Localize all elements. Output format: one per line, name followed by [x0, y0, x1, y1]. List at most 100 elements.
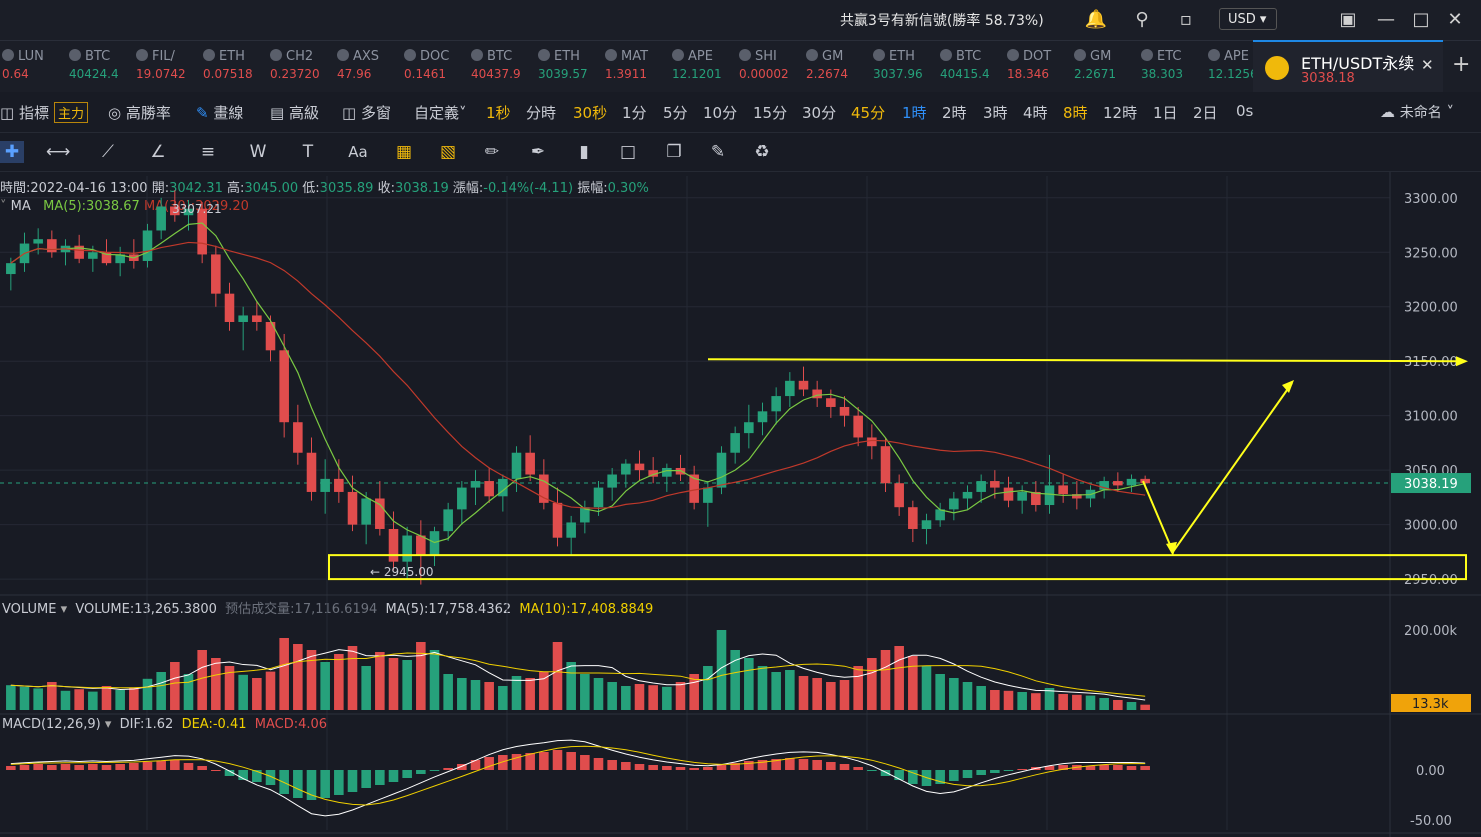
- volume-bar: [197, 650, 207, 710]
- macd-bar: [402, 770, 412, 778]
- macd-bar: [648, 765, 658, 770]
- volume-bar: [552, 642, 563, 710]
- candle-body: [334, 478, 344, 492]
- volume-bar: [648, 685, 658, 710]
- volume-bar: [115, 690, 125, 710]
- volume-bar: [867, 658, 877, 710]
- candle-body: [757, 411, 768, 423]
- macd-bar: [293, 770, 303, 798]
- price-tick-label: 2950.00: [1404, 573, 1458, 588]
- macd-bar: [375, 770, 385, 785]
- candle-body: [238, 315, 248, 322]
- volume-bar: [429, 650, 440, 710]
- volume-bar: [634, 684, 645, 710]
- volume-bar: [539, 672, 549, 710]
- macd-bar: [1140, 766, 1150, 770]
- macd-bar: [416, 770, 426, 774]
- macd-bar: [607, 760, 617, 770]
- candle-body: [552, 502, 563, 538]
- candle-body: [457, 487, 467, 510]
- price-tick-label: 3200.00: [1404, 301, 1458, 316]
- macd-bar: [115, 764, 125, 770]
- macd-bar: [867, 770, 877, 771]
- macd-bar: [580, 755, 590, 770]
- volume-bar: [990, 690, 1000, 710]
- macd-bar: [621, 762, 631, 770]
- candle-body: [511, 452, 522, 479]
- volume-bar: [402, 660, 412, 710]
- volume-bar: [1003, 690, 1014, 710]
- volume-bar: [675, 682, 686, 710]
- volume-bar: [853, 666, 863, 710]
- volume-bar: [826, 682, 836, 710]
- volume-bar: [265, 671, 276, 710]
- macd-bar: [949, 770, 959, 781]
- macd-bar: [33, 764, 43, 770]
- current-price-label: 3038.19: [1404, 477, 1458, 492]
- volume-bar: [252, 678, 262, 710]
- volume-bar: [511, 676, 522, 710]
- volume-bar: [703, 666, 713, 710]
- candle-body: [839, 406, 850, 416]
- volume-bar: [962, 682, 973, 710]
- macd-bar: [19, 765, 30, 770]
- macd-bar: [320, 770, 330, 798]
- volume-bar: [771, 672, 781, 710]
- price-tick-label: 3000.00: [1404, 519, 1458, 534]
- volume-bar: [1072, 694, 1082, 710]
- volume-bar: [1113, 700, 1123, 710]
- volume-bar: [156, 672, 166, 710]
- macd-bar: [6, 766, 16, 770]
- volume-bar: [170, 662, 180, 710]
- volume-bar: [1099, 698, 1109, 710]
- macd-bar: [703, 767, 713, 770]
- macd-tick-label: -50.00: [1410, 814, 1452, 829]
- macd-bar: [826, 762, 836, 770]
- resistance-arrowhead: [1456, 356, 1468, 367]
- volume-bar: [525, 678, 535, 710]
- volume-bar: [484, 682, 494, 710]
- volume-bar: [1031, 693, 1041, 710]
- volume-bar: [74, 689, 84, 710]
- macd-bar: [675, 767, 686, 770]
- candle-body: [470, 481, 481, 488]
- candle-body: [443, 509, 453, 532]
- macd-bar: [962, 770, 973, 778]
- candle-body: [47, 239, 57, 253]
- volume-bar: [306, 650, 317, 710]
- macd-bar: [798, 759, 809, 770]
- volume-bar: [839, 680, 850, 710]
- candle-body: [142, 230, 153, 261]
- candle-body: [525, 452, 535, 475]
- price-chart[interactable]: 3300.003250.003200.003150.003100.003050.…: [0, 0, 1481, 837]
- volume-bar: [361, 666, 371, 710]
- volume-bar: [279, 638, 289, 710]
- candle-body: [771, 396, 781, 412]
- volume-bar: [935, 674, 945, 710]
- macd-bar: [689, 768, 699, 770]
- candle-body: [224, 293, 235, 322]
- volume-bar: [1126, 702, 1137, 710]
- volume-bar: [33, 688, 43, 710]
- macd-bar: [1003, 770, 1014, 771]
- volume-bar: [320, 662, 330, 710]
- macd-bar: [744, 761, 754, 770]
- candle-body: [949, 498, 959, 510]
- macd-bar: [388, 770, 399, 782]
- macd-bar: [812, 760, 822, 770]
- candle-body: [6, 263, 16, 275]
- volume-bar: [457, 678, 467, 710]
- macd-bar: [593, 758, 604, 770]
- volume-bar: [470, 680, 481, 710]
- candle-body: [976, 481, 986, 492]
- volume-bar: [949, 678, 959, 710]
- price-tick-label: 3300.00: [1404, 192, 1458, 207]
- low-price-marker: ← 2945.00: [370, 565, 434, 579]
- volume-tick-label: 200.00k: [1404, 624, 1457, 639]
- volume-bar: [183, 674, 194, 710]
- candle-body: [593, 487, 604, 508]
- candle-body: [388, 528, 399, 562]
- macd-bar: [634, 764, 645, 770]
- macd-bar: [211, 770, 221, 771]
- volume-current-label: 13.3k: [1412, 697, 1449, 712]
